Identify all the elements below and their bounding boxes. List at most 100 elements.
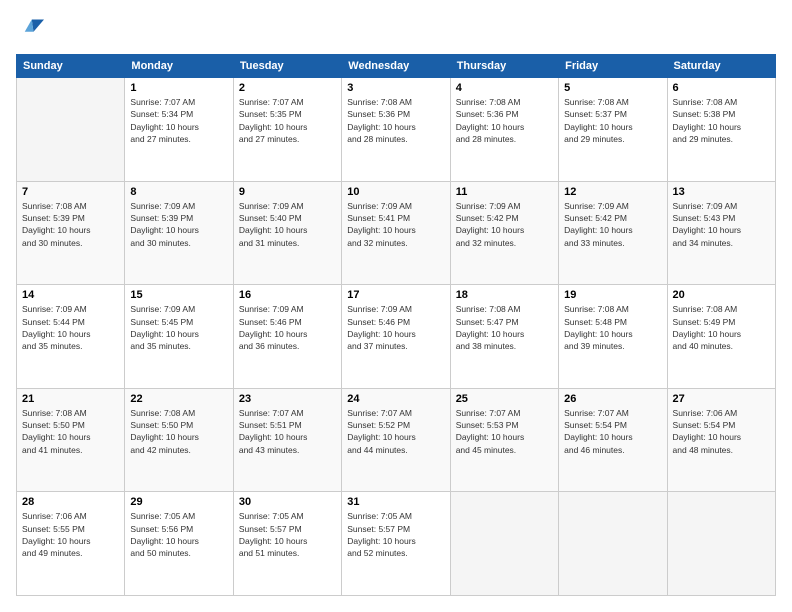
day-number: 17 [347, 289, 444, 301]
weekday-header-tuesday: Tuesday [233, 55, 341, 78]
day-info: Sunrise: 7:09 AMSunset: 5:40 PMDaylight:… [239, 200, 336, 249]
calendar-cell: 18 Sunrise: 7:08 AMSunset: 5:47 PMDayligh… [450, 285, 558, 389]
calendar-cell: 7 Sunrise: 7:08 AMSunset: 5:39 PMDaylight… [17, 181, 125, 285]
calendar-cell: 17Sunrise: 7:09 AMSunset: 5:46 PMDayligh… [342, 285, 450, 389]
day-info: Sunrise: 7:09 AMSunset: 5:44 PMDaylight:… [22, 303, 119, 352]
calendar-week-4: 21 Sunrise: 7:08 AMSunset: 5:50 PMDayligh… [17, 388, 776, 492]
calendar-cell: 9 Sunrise: 7:09 AMSunset: 5:40 PMDaylight… [233, 181, 341, 285]
day-number: 23 [239, 393, 336, 405]
weekday-header-sunday: Sunday [17, 55, 125, 78]
day-info: Sunrise: 7:09 AMSunset: 5:46 PMDaylight:… [239, 303, 336, 352]
day-number: 29 [130, 496, 227, 508]
calendar-cell: 21Sunrise: 7:08 AMSunset: 5:50 PMDayligh… [17, 388, 125, 492]
day-number: 26 [564, 393, 661, 405]
day-number: 4 [456, 82, 553, 94]
calendar-cell: 6 Sunrise: 7:08 AMSunset: 5:38 PMDaylight… [667, 78, 775, 182]
day-info: Sunrise: 7:06 AMSunset: 5:54 PMDaylight:… [673, 407, 770, 456]
day-number: 21 [22, 393, 119, 405]
calendar-cell: 3Sunrise: 7:08 AMSunset: 5:36 PMDaylight… [342, 78, 450, 182]
day-number: 11 [456, 186, 553, 198]
calendar-cell: 22 Sunrise: 7:08 AMSunset: 5:50 PMDayligh… [125, 388, 233, 492]
calendar-cell: 23 Sunrise: 7:07 AMSunset: 5:51 PMDayligh… [233, 388, 341, 492]
day-info: Sunrise: 7:05 AMSunset: 5:57 PMDaylight:… [239, 510, 336, 559]
day-number: 9 [239, 186, 336, 198]
calendar-cell [17, 78, 125, 182]
day-number: 10 [347, 186, 444, 198]
calendar-cell: 13 Sunrise: 7:09 AMSunset: 5:43 PMDayligh… [667, 181, 775, 285]
calendar-cell: 31Sunrise: 7:05 AMSunset: 5:57 PMDayligh… [342, 492, 450, 596]
logo [16, 16, 48, 44]
weekday-header-saturday: Saturday [667, 55, 775, 78]
calendar-cell: 30 Sunrise: 7:05 AMSunset: 5:57 PMDayligh… [233, 492, 341, 596]
calendar-cell: 28 Sunrise: 7:06 AMSunset: 5:55 PMDayligh… [17, 492, 125, 596]
day-info: Sunrise: 7:08 AMSunset: 5:48 PMDaylight:… [564, 303, 661, 352]
day-info: Sunrise: 7:08 AMSunset: 5:38 PMDaylight:… [673, 96, 770, 145]
day-info: Sunrise: 7:05 AMSunset: 5:56 PMDaylight:… [130, 510, 227, 559]
day-number: 3 [347, 82, 444, 94]
day-number: 24 [347, 393, 444, 405]
day-info: Sunrise: 7:08 AMSunset: 5:39 PMDaylight:… [22, 200, 119, 249]
day-info: Sunrise: 7:08 AMSunset: 5:47 PMDaylight:… [456, 303, 553, 352]
day-number: 22 [130, 393, 227, 405]
logo-icon [16, 16, 44, 44]
calendar-week-1: 1 Sunrise: 7:07 AMSunset: 5:34 PMDaylight… [17, 78, 776, 182]
day-number: 13 [673, 186, 770, 198]
day-info: Sunrise: 7:09 AMSunset: 5:45 PMDaylight:… [130, 303, 227, 352]
calendar-cell: 29 Sunrise: 7:05 AMSunset: 5:56 PMDayligh… [125, 492, 233, 596]
page: SundayMondayTuesdayWednesdayThursdayFrid… [0, 0, 792, 612]
calendar-cell: 10Sunrise: 7:09 AMSunset: 5:41 PMDayligh… [342, 181, 450, 285]
weekday-header-monday: Monday [125, 55, 233, 78]
day-number: 27 [673, 393, 770, 405]
day-info: Sunrise: 7:07 AMSunset: 5:54 PMDaylight:… [564, 407, 661, 456]
calendar-cell: 20Sunrise: 7:08 AMSunset: 5:49 PMDayligh… [667, 285, 775, 389]
day-number: 18 [456, 289, 553, 301]
day-number: 12 [564, 186, 661, 198]
calendar-cell: 12Sunrise: 7:09 AMSunset: 5:42 PMDayligh… [559, 181, 667, 285]
calendar-cell: 8 Sunrise: 7:09 AMSunset: 5:39 PMDaylight… [125, 181, 233, 285]
day-info: Sunrise: 7:08 AMSunset: 5:37 PMDaylight:… [564, 96, 661, 145]
day-number: 16 [239, 289, 336, 301]
calendar-week-2: 7 Sunrise: 7:08 AMSunset: 5:39 PMDaylight… [17, 181, 776, 285]
day-number: 30 [239, 496, 336, 508]
weekday-header-thursday: Thursday [450, 55, 558, 78]
weekday-header-friday: Friday [559, 55, 667, 78]
day-info: Sunrise: 7:08 AMSunset: 5:50 PMDaylight:… [130, 407, 227, 456]
day-number: 8 [130, 186, 227, 198]
calendar-cell: 25 Sunrise: 7:07 AMSunset: 5:53 PMDayligh… [450, 388, 558, 492]
header [16, 16, 776, 44]
day-info: Sunrise: 7:07 AMSunset: 5:53 PMDaylight:… [456, 407, 553, 456]
calendar-cell: 15 Sunrise: 7:09 AMSunset: 5:45 PMDayligh… [125, 285, 233, 389]
calendar-cell: 16 Sunrise: 7:09 AMSunset: 5:46 PMDayligh… [233, 285, 341, 389]
calendar-cell [559, 492, 667, 596]
weekday-header-wednesday: Wednesday [342, 55, 450, 78]
day-info: Sunrise: 7:07 AMSunset: 5:34 PMDaylight:… [130, 96, 227, 145]
day-number: 28 [22, 496, 119, 508]
day-info: Sunrise: 7:07 AMSunset: 5:51 PMDaylight:… [239, 407, 336, 456]
day-info: Sunrise: 7:08 AMSunset: 5:36 PMDaylight:… [456, 96, 553, 145]
day-number: 7 [22, 186, 119, 198]
day-number: 1 [130, 82, 227, 94]
day-info: Sunrise: 7:06 AMSunset: 5:55 PMDaylight:… [22, 510, 119, 559]
day-number: 15 [130, 289, 227, 301]
calendar-cell: 14 Sunrise: 7:09 AMSunset: 5:44 PMDayligh… [17, 285, 125, 389]
day-number: 6 [673, 82, 770, 94]
day-number: 20 [673, 289, 770, 301]
calendar-cell: 5Sunrise: 7:08 AMSunset: 5:37 PMDaylight… [559, 78, 667, 182]
day-number: 25 [456, 393, 553, 405]
day-info: Sunrise: 7:05 AMSunset: 5:57 PMDaylight:… [347, 510, 444, 559]
calendar-cell: 11 Sunrise: 7:09 AMSunset: 5:42 PMDayligh… [450, 181, 558, 285]
calendar-cell: 26 Sunrise: 7:07 AMSunset: 5:54 PMDayligh… [559, 388, 667, 492]
day-number: 19 [564, 289, 661, 301]
day-number: 14 [22, 289, 119, 301]
calendar-cell: 19 Sunrise: 7:08 AMSunset: 5:48 PMDayligh… [559, 285, 667, 389]
day-info: Sunrise: 7:09 AMSunset: 5:39 PMDaylight:… [130, 200, 227, 249]
day-info: Sunrise: 7:09 AMSunset: 5:43 PMDaylight:… [673, 200, 770, 249]
day-info: Sunrise: 7:07 AMSunset: 5:52 PMDaylight:… [347, 407, 444, 456]
calendar-cell: 1 Sunrise: 7:07 AMSunset: 5:34 PMDaylight… [125, 78, 233, 182]
calendar-cell [450, 492, 558, 596]
day-info: Sunrise: 7:09 AMSunset: 5:42 PMDaylight:… [456, 200, 553, 249]
calendar-table: SundayMondayTuesdayWednesdayThursdayFrid… [16, 54, 776, 596]
calendar-week-5: 28 Sunrise: 7:06 AMSunset: 5:55 PMDayligh… [17, 492, 776, 596]
calendar-cell: 24 Sunrise: 7:07 AMSunset: 5:52 PMDayligh… [342, 388, 450, 492]
day-number: 2 [239, 82, 336, 94]
